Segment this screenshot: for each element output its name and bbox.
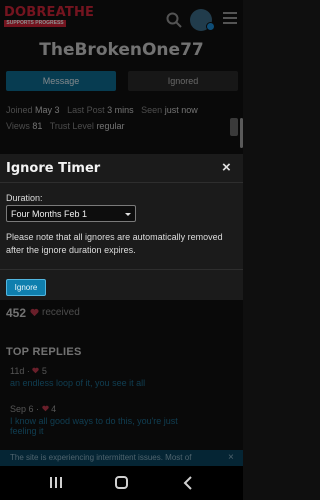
ignore-button-label: Ignore <box>14 283 38 292</box>
duration-label: Duration: <box>6 193 43 203</box>
close-icon[interactable]: × <box>222 159 231 176</box>
android-nav-bar <box>0 466 243 500</box>
ignore-button[interactable]: Ignore <box>6 279 46 296</box>
back-icon[interactable] <box>182 476 194 490</box>
home-icon[interactable] <box>115 476 128 489</box>
scrollbar[interactable] <box>240 118 243 148</box>
dialog-footer: Ignore <box>0 269 243 300</box>
dialog-header: Ignore Timer × <box>0 154 243 183</box>
ignore-note: Please note that all ignores are automat… <box>6 232 223 255</box>
recents-icon[interactable] <box>50 477 62 488</box>
duration-select[interactable]: Four Months Feb 1 <box>6 205 136 222</box>
ignore-timer-dialog: Ignore Timer × Duration: Four Months Feb… <box>0 154 243 300</box>
dialog-title: Ignore Timer <box>6 161 101 176</box>
chevron-down-icon <box>125 213 131 216</box>
duration-selected-value: Four Months Feb 1 <box>11 209 88 219</box>
